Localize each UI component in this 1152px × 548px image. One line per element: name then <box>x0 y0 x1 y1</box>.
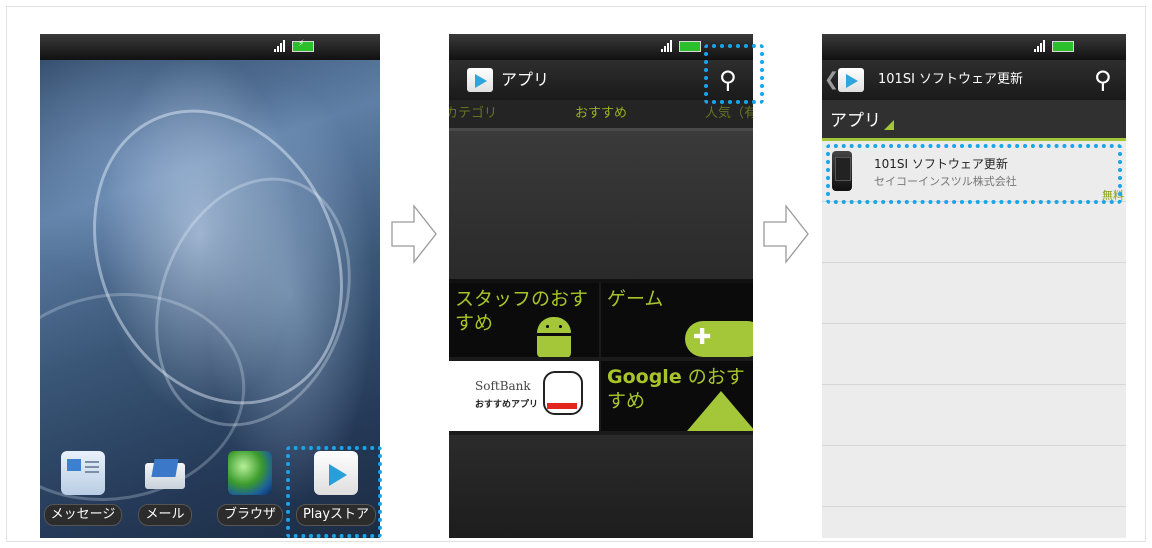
status-bar <box>40 34 380 60</box>
softbank-subtitle: おすすめアプリ <box>475 400 539 410</box>
page-title: アプリ <box>501 70 550 89</box>
gamepad-icon <box>685 321 753 357</box>
section-title: アプリ <box>830 111 881 131</box>
tile-title: スタッフのおすすめ <box>455 288 589 334</box>
browser-globe-icon <box>228 451 272 495</box>
step-arrow-icon <box>391 204 437 264</box>
featured-banner[interactable] <box>449 131 753 283</box>
app-label: ブラウザ <box>216 504 283 526</box>
tile-staff-picks[interactable]: スタッフのおすすめ <box>449 283 599 357</box>
dock-app-browser[interactable]: ブラウザ <box>207 451 293 526</box>
tile-title: ゲーム <box>607 288 664 310</box>
section-header: アプリ <box>822 100 1126 141</box>
battery-icon <box>679 41 701 52</box>
tile-google-picks[interactable]: Google のおすすめ <box>601 361 753 431</box>
search-results-screen: ❮ 101SI ソフトウェア更新 ⚲ アプリ 101SI ソフトウェア更新 セイ… <box>822 34 1126 538</box>
signal-icon <box>1034 40 1045 52</box>
softbank-logo: SoftBank <box>475 379 531 393</box>
app-label: メッセージ <box>43 504 123 526</box>
app-label: メール <box>138 504 192 526</box>
back-chevron-icon[interactable]: ❮ <box>824 69 839 90</box>
message-icon <box>61 451 105 495</box>
tile-softbank-apps[interactable]: SoftBank おすすめアプリ <box>449 361 599 431</box>
play-store-icon[interactable] <box>467 68 493 92</box>
list-item <box>822 202 1126 263</box>
highlight-search <box>704 44 764 104</box>
battery-charging-icon <box>292 39 314 52</box>
dock-app-mail[interactable]: メール <box>122 451 208 526</box>
page-title: 101SI ソフトウェア更新 <box>878 72 1024 87</box>
step-arrow-icon <box>763 204 809 264</box>
tile-title-bold: Google <box>607 366 682 388</box>
list-item <box>822 324 1126 385</box>
signal-icon <box>661 40 672 52</box>
signal-icon <box>274 40 285 52</box>
play-store-icon[interactable] <box>838 68 864 92</box>
dog-mascot-icon <box>543 371 583 415</box>
content-area <box>449 435 753 538</box>
highlight-app-result <box>826 144 1122 204</box>
android-robot-icon <box>537 317 571 357</box>
action-bar: ❮ 101SI ソフトウェア更新 ⚲ <box>822 60 1126 100</box>
tab-popular[interactable]: 人気（有 <box>705 100 753 128</box>
list-item <box>822 446 1126 507</box>
highlight-play-store <box>286 446 382 538</box>
play-store-screen: アプリ ⚲ カテゴリ おすすめ 人気（有 スタッフのおすすめ ゲーム SoftB… <box>449 34 753 538</box>
star-icon <box>687 391 753 431</box>
dock-app-messages[interactable]: メッセージ <box>40 451 126 526</box>
mail-icon <box>143 451 187 495</box>
tab-recommended[interactable]: おすすめ <box>575 100 627 128</box>
tab-category[interactable]: カテゴリ <box>449 100 497 128</box>
status-bar <box>822 34 1126 60</box>
search-icon[interactable]: ⚲ <box>1094 60 1112 100</box>
tile-games[interactable]: ゲーム <box>601 283 753 357</box>
list-item <box>822 385 1126 446</box>
tab-bar: カテゴリ おすすめ 人気（有 <box>449 100 753 131</box>
corner-triangle-icon <box>884 120 894 130</box>
list-item <box>822 263 1126 324</box>
battery-icon <box>1052 41 1074 52</box>
